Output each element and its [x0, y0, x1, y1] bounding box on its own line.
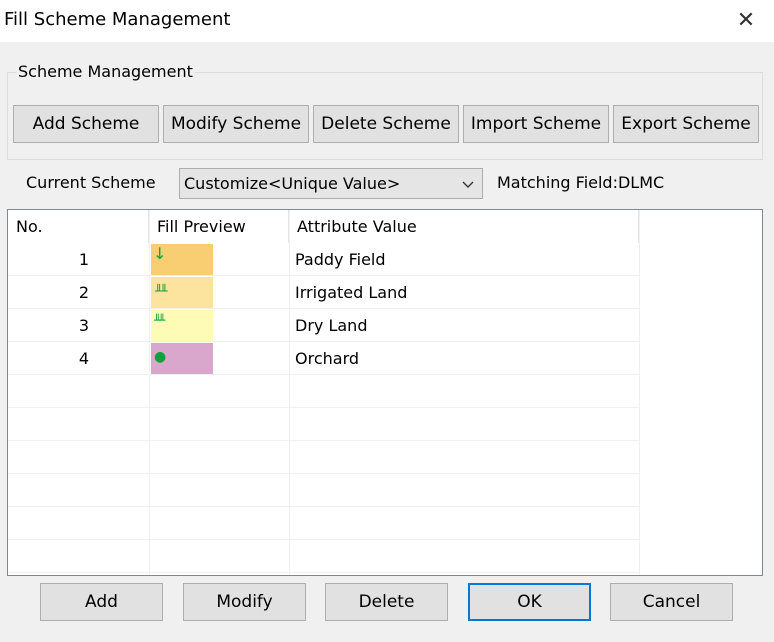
fill-scheme-table[interactable]: No. Fill Preview Attribute Value 1 ↓ Pad… [7, 209, 763, 576]
column-header-attribute-value[interactable]: Attribute Value [289, 210, 639, 243]
fill-preview-swatch: ╨╨ [151, 277, 213, 308]
attribute-value: Orchard [295, 349, 360, 368]
attribute-value: Paddy Field [295, 250, 386, 269]
irrigated-symbol-icon: ╨╨ [155, 284, 168, 298]
title-bar: Fill Scheme Management ✕ [0, 0, 774, 42]
chevron-down-icon[interactable] [462, 174, 474, 198]
ok-button[interactable]: OK [468, 583, 591, 621]
current-scheme-value: Customize<Unique Value> [184, 174, 401, 193]
row-number: 4 [78, 349, 89, 368]
table-row-empty [8, 375, 639, 408]
table-row[interactable]: 3 ╨╨ Dry Land [8, 309, 639, 342]
column-header-no[interactable]: No. [8, 210, 149, 243]
modify-scheme-button[interactable]: Modify Scheme [163, 105, 309, 143]
table-row-empty [8, 441, 639, 474]
table-row[interactable]: 2 ╨╨ Irrigated Land [8, 276, 639, 309]
fill-preview-swatch: ↓ [151, 244, 213, 275]
add-scheme-button[interactable]: Add Scheme [13, 105, 159, 143]
column-divider [639, 210, 640, 575]
modify-button[interactable]: Modify [183, 583, 306, 621]
attribute-value: Dry Land [295, 316, 368, 335]
table-row-empty [8, 507, 639, 540]
delete-button[interactable]: Delete [325, 583, 448, 621]
table-row-empty [8, 540, 639, 573]
cancel-button[interactable]: Cancel [610, 583, 733, 621]
scheme-management-label: Scheme Management [16, 62, 195, 81]
row-number: 2 [78, 283, 89, 302]
attribute-value: Irrigated Land [295, 283, 408, 302]
export-scheme-button[interactable]: Export Scheme [613, 105, 759, 143]
dry-land-symbol-icon: ╨╨ [154, 314, 165, 327]
orchard-dot-icon: ● [154, 349, 167, 365]
column-header-fill-preview[interactable]: Fill Preview [149, 210, 289, 243]
arrow-down-icon: ↓ [153, 244, 167, 263]
matching-field-label: Matching Field:DLMC [497, 173, 665, 192]
table-row-empty [8, 474, 639, 507]
fill-preview-swatch: ● [151, 343, 213, 374]
table-row-empty [8, 408, 639, 441]
current-scheme-select[interactable]: Customize<Unique Value> [179, 168, 483, 199]
close-icon[interactable]: ✕ [730, 4, 762, 36]
import-scheme-button[interactable]: Import Scheme [463, 105, 609, 143]
row-number: 1 [78, 250, 89, 269]
table-row[interactable]: 4 ● Orchard [8, 342, 639, 375]
window-title: Fill Scheme Management [4, 9, 231, 30]
fill-preview-swatch: ╨╨ [151, 310, 213, 341]
current-scheme-label: Current Scheme [26, 173, 156, 192]
table-row[interactable]: 1 ↓ Paddy Field [8, 243, 639, 276]
delete-scheme-button[interactable]: Delete Scheme [313, 105, 459, 143]
add-button[interactable]: Add [40, 583, 163, 621]
row-number: 3 [78, 316, 89, 335]
